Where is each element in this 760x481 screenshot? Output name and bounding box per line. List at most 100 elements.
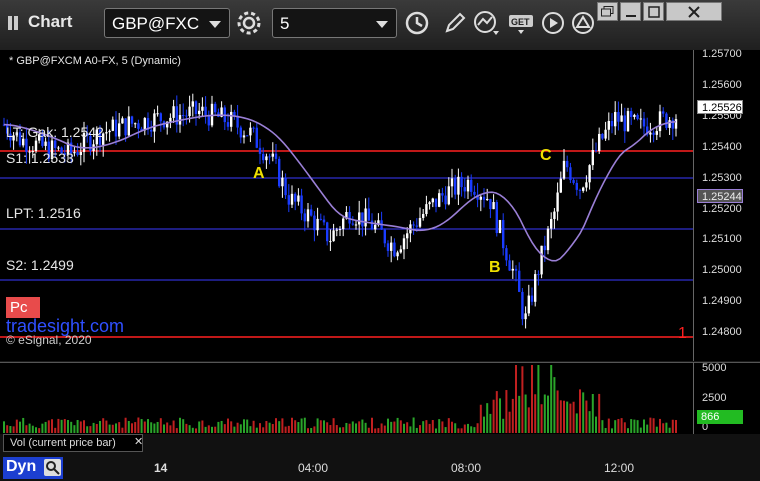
volume-bar (428, 423, 431, 433)
volume-bar (374, 428, 377, 433)
play-icon[interactable] (538, 8, 568, 38)
candle-body (460, 176, 463, 188)
candle-body (434, 198, 438, 207)
candle-body (310, 209, 313, 216)
volume-bar (630, 419, 633, 433)
candle-body (185, 115, 188, 117)
volume-bar (540, 404, 543, 433)
volume-bar (265, 421, 268, 433)
y-tick: 1.25100 (702, 233, 742, 245)
interval-selector[interactable]: 5 (272, 8, 397, 38)
volume-bar (313, 426, 316, 433)
candle-body (271, 153, 274, 157)
volume-bar (329, 425, 332, 433)
candle-body (134, 123, 137, 125)
close-icon[interactable]: ✕ (134, 435, 143, 448)
volume-bar (166, 422, 169, 433)
clock-icon[interactable] (402, 8, 432, 38)
annotation-b: B (489, 259, 501, 276)
volume-bar (627, 428, 629, 433)
minimize-icon[interactable] (620, 2, 641, 21)
candle-body (594, 150, 598, 152)
candle-body (358, 212, 361, 225)
candle-body (470, 179, 473, 192)
alert-icon[interactable] (568, 8, 598, 38)
volume-bar (675, 420, 677, 433)
candle-body (342, 218, 345, 230)
chart-icon (8, 16, 19, 30)
volume-bar (15, 419, 18, 433)
volume-bar (291, 417, 293, 433)
maximize-icon[interactable] (643, 2, 664, 21)
candle-body (332, 230, 335, 242)
volume-bar (303, 417, 306, 433)
interval-value: 5 (280, 14, 290, 33)
chevron-down-icon (209, 21, 221, 28)
volume-bar (211, 426, 213, 433)
volume-pane[interactable] (0, 362, 693, 435)
pc-badge[interactable]: Pc (6, 297, 40, 318)
settings-gear-icon[interactable] (234, 8, 264, 38)
indicator-icon[interactable] (472, 8, 502, 38)
candle-body (658, 111, 662, 132)
price-chart[interactable]: * GBP@FXCM A0-FX, 5 (Dynamic) LT: Gak: 1… (0, 50, 693, 361)
candle-body (265, 156, 268, 161)
bottom-area: Vol (current price bar) ✕ Dyn (0, 434, 760, 481)
pencil-icon[interactable] (440, 8, 470, 38)
candle-body (633, 114, 636, 117)
candle-body (188, 106, 191, 117)
candle-body (370, 220, 374, 230)
volume-bar (345, 422, 348, 433)
candle-body (114, 119, 118, 137)
moving-average-line (3, 114, 677, 262)
volume-bar (223, 424, 226, 433)
candle-body (108, 130, 111, 133)
volume-bar (348, 423, 351, 433)
volume-bar (556, 390, 559, 433)
candle-body (111, 119, 114, 131)
candle-body (319, 218, 322, 220)
volume-bar (326, 422, 329, 433)
volume-bar (185, 423, 188, 433)
symbol-selector[interactable]: GBP@FXC (104, 8, 230, 38)
candle-body (182, 115, 185, 117)
candle-body (607, 120, 610, 130)
volume-bar (575, 413, 578, 433)
volume-bar (409, 426, 412, 433)
close-button[interactable] (666, 2, 722, 21)
volume-bar (396, 417, 399, 433)
volume-bar (390, 421, 393, 433)
volume-bar (479, 404, 482, 433)
candle-body (412, 224, 415, 226)
candle-body (79, 151, 82, 155)
volume-bar (358, 421, 361, 433)
volume-bar (307, 428, 309, 433)
candle-body (505, 248, 508, 261)
volume-bar (553, 377, 556, 433)
volume-bar (143, 421, 146, 433)
volume-bar (457, 428, 460, 433)
volume-bar (531, 365, 533, 433)
candle-body (521, 291, 524, 320)
candle-body (364, 208, 367, 227)
candle-body (537, 274, 540, 276)
vol-tick: 2500 (702, 392, 727, 404)
ma-price-tag: 1.25244 (697, 189, 743, 203)
volume-study-label-box[interactable]: Vol (current price bar) ✕ (3, 434, 143, 452)
volume-bar (92, 422, 95, 433)
volume-bar (435, 428, 437, 433)
zoom-icon[interactable] (44, 459, 61, 476)
candle-body (486, 198, 489, 200)
candle-body (518, 270, 521, 292)
candle-body (169, 117, 172, 122)
volume-bar (63, 419, 66, 433)
restore-icon[interactable] (597, 2, 618, 21)
dyn-button[interactable]: Dyn (3, 457, 63, 479)
volume-bar (393, 421, 396, 433)
candle-body (268, 156, 271, 158)
get-icon[interactable]: GET (506, 8, 536, 38)
volume-bar (652, 418, 655, 433)
price-axis[interactable]: 1.25700 1.25600 1.25500 1.25400 1.25300 … (693, 48, 760, 361)
volume-bar (470, 426, 473, 433)
volume-bar (591, 394, 594, 433)
